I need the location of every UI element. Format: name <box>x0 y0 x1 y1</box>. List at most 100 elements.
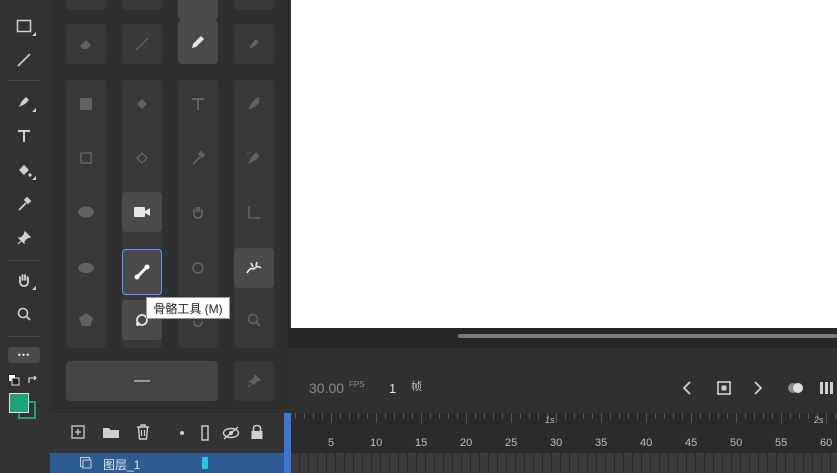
ruler-tick <box>340 413 341 419</box>
ruler-tick <box>520 413 521 419</box>
eyedropper-tool-button[interactable] <box>178 138 218 178</box>
drag-tool-placeholder[interactable]: — <box>66 361 218 401</box>
pencil-tool-button[interactable] <box>178 20 218 64</box>
pin-tool-button[interactable] <box>234 361 274 401</box>
oval-tool-button[interactable] <box>66 192 106 232</box>
layer-name[interactable]: 图层_1 <box>103 456 140 473</box>
horizontal-scrollbar[interactable] <box>458 334 837 338</box>
ruler-tick <box>538 413 539 419</box>
tool-slot[interactable] <box>122 0 162 10</box>
ruler-tick <box>511 413 512 423</box>
ruler-frame-label: 20 <box>460 437 473 449</box>
camera-tool-button[interactable] <box>122 192 162 232</box>
line-tool-button[interactable] <box>10 48 38 72</box>
highlight-layer-dot[interactable] <box>180 431 184 435</box>
ruler-tick <box>790 413 791 419</box>
ruler-tick <box>556 413 557 423</box>
ruler-tick <box>466 413 467 423</box>
paint-bucket-tool-button[interactable] <box>122 84 162 124</box>
onion-skin-button[interactable] <box>786 381 806 395</box>
free-transform-tool-button[interactable] <box>66 138 106 178</box>
eraser-tool-button[interactable] <box>66 24 106 64</box>
ruler-frame-label: 60 <box>820 437 833 449</box>
lock-layers-button[interactable] <box>250 424 264 445</box>
puppet-warp-tool-button[interactable] <box>234 248 274 288</box>
ruler-tick <box>691 413 692 423</box>
line-tool-button[interactable] <box>122 24 162 64</box>
eraser-icon <box>80 40 91 49</box>
ruler-tick <box>601 413 602 423</box>
zoom-tool-button[interactable] <box>10 302 38 326</box>
ruler-tick <box>583 413 584 419</box>
delete-layer-button[interactable] <box>136 424 150 445</box>
ruler-tick <box>619 413 620 419</box>
fps-unit: FPS <box>349 380 365 389</box>
fill-color-swatch[interactable] <box>9 393 29 413</box>
ruler-tick <box>664 413 665 419</box>
swap-colors-icon[interactable] <box>27 373 39 385</box>
ruler-tick <box>772 413 773 419</box>
rectangle-tool-button[interactable] <box>10 14 38 38</box>
eyedropper-tool-button[interactable] <box>10 192 38 216</box>
ruler-tick <box>745 413 746 419</box>
frame-ruler[interactable]: 5 10 15 20 25 30 35 40 45 50 55 60 1s 2s <box>291 413 837 453</box>
playhead[interactable] <box>284 413 291 473</box>
rectangle-tool-button[interactable] <box>66 84 106 124</box>
ruler-second-marker: 1s <box>545 415 555 425</box>
oval-icon <box>78 206 94 218</box>
tool-slot[interactable] <box>178 0 218 20</box>
hand-tool-button[interactable] <box>10 268 38 292</box>
rotation-icon <box>192 262 204 274</box>
convert-anchor-point-tool-button[interactable] <box>234 192 274 232</box>
ruler-tick <box>358 413 359 419</box>
fps-value[interactable]: 30.00 <box>309 380 344 396</box>
pen-tool-button[interactable] <box>234 24 274 64</box>
trash-icon <box>137 424 149 440</box>
ruler-tick <box>781 413 782 423</box>
previous-frame-button[interactable] <box>680 380 694 396</box>
zoom-tool-button[interactable] <box>234 300 274 340</box>
new-layer-button[interactable] <box>71 425 85 444</box>
layer-frames[interactable] <box>291 453 837 473</box>
ruler-tick <box>493 413 494 419</box>
magnifier-icon <box>17 307 31 321</box>
toggle-visibility-button[interactable] <box>222 425 240 446</box>
ruler-tick <box>592 413 593 419</box>
paint-bucket-tool-button[interactable] <box>10 158 38 182</box>
ink-bottle-tool-button[interactable] <box>122 138 162 178</box>
polystar-tool-button[interactable] <box>66 300 106 340</box>
pen-tool-button[interactable] <box>10 90 38 114</box>
delete-anchor-point-tool-button[interactable] <box>234 138 274 178</box>
rotation-tool-button[interactable] <box>178 248 218 288</box>
add-anchor-point-tool-button[interactable] <box>234 84 274 124</box>
ruler-tick <box>727 413 728 419</box>
tool-slot[interactable] <box>66 0 106 10</box>
show-outline-button[interactable] <box>201 425 209 446</box>
new-folder-button[interactable] <box>102 425 120 444</box>
text-tool-button[interactable] <box>10 124 38 148</box>
current-frame[interactable]: 1 <box>389 381 396 396</box>
hand-tool-button[interactable] <box>178 192 218 232</box>
layer-controls <box>50 413 288 453</box>
ruler-tick <box>367 413 368 419</box>
text-tool-button[interactable] <box>178 84 218 124</box>
edit-multiple-frames-button[interactable] <box>819 381 833 395</box>
ruler-tick <box>529 413 530 419</box>
layer-color-marker[interactable] <box>202 457 208 469</box>
text-icon <box>18 130 30 142</box>
pin-tool-button[interactable] <box>10 226 38 250</box>
default-colors-icon[interactable] <box>8 373 20 386</box>
tools-toolbar: ••• <box>0 0 48 473</box>
bone-tool-button[interactable] <box>122 249 162 295</box>
layer-row[interactable]: 图层_1 <box>50 453 288 473</box>
stage-canvas[interactable] <box>291 0 837 328</box>
asset-warp-tool-button[interactable] <box>66 248 106 288</box>
ruler-frame-label: 40 <box>640 437 653 449</box>
hand-icon <box>19 274 29 287</box>
pen-icon <box>19 97 29 107</box>
more-tools-button[interactable]: ••• <box>8 347 40 363</box>
stop-button[interactable] <box>716 380 732 396</box>
tool-slot[interactable] <box>234 0 274 10</box>
ruler-tick <box>313 413 314 419</box>
next-frame-button[interactable] <box>751 380 765 396</box>
